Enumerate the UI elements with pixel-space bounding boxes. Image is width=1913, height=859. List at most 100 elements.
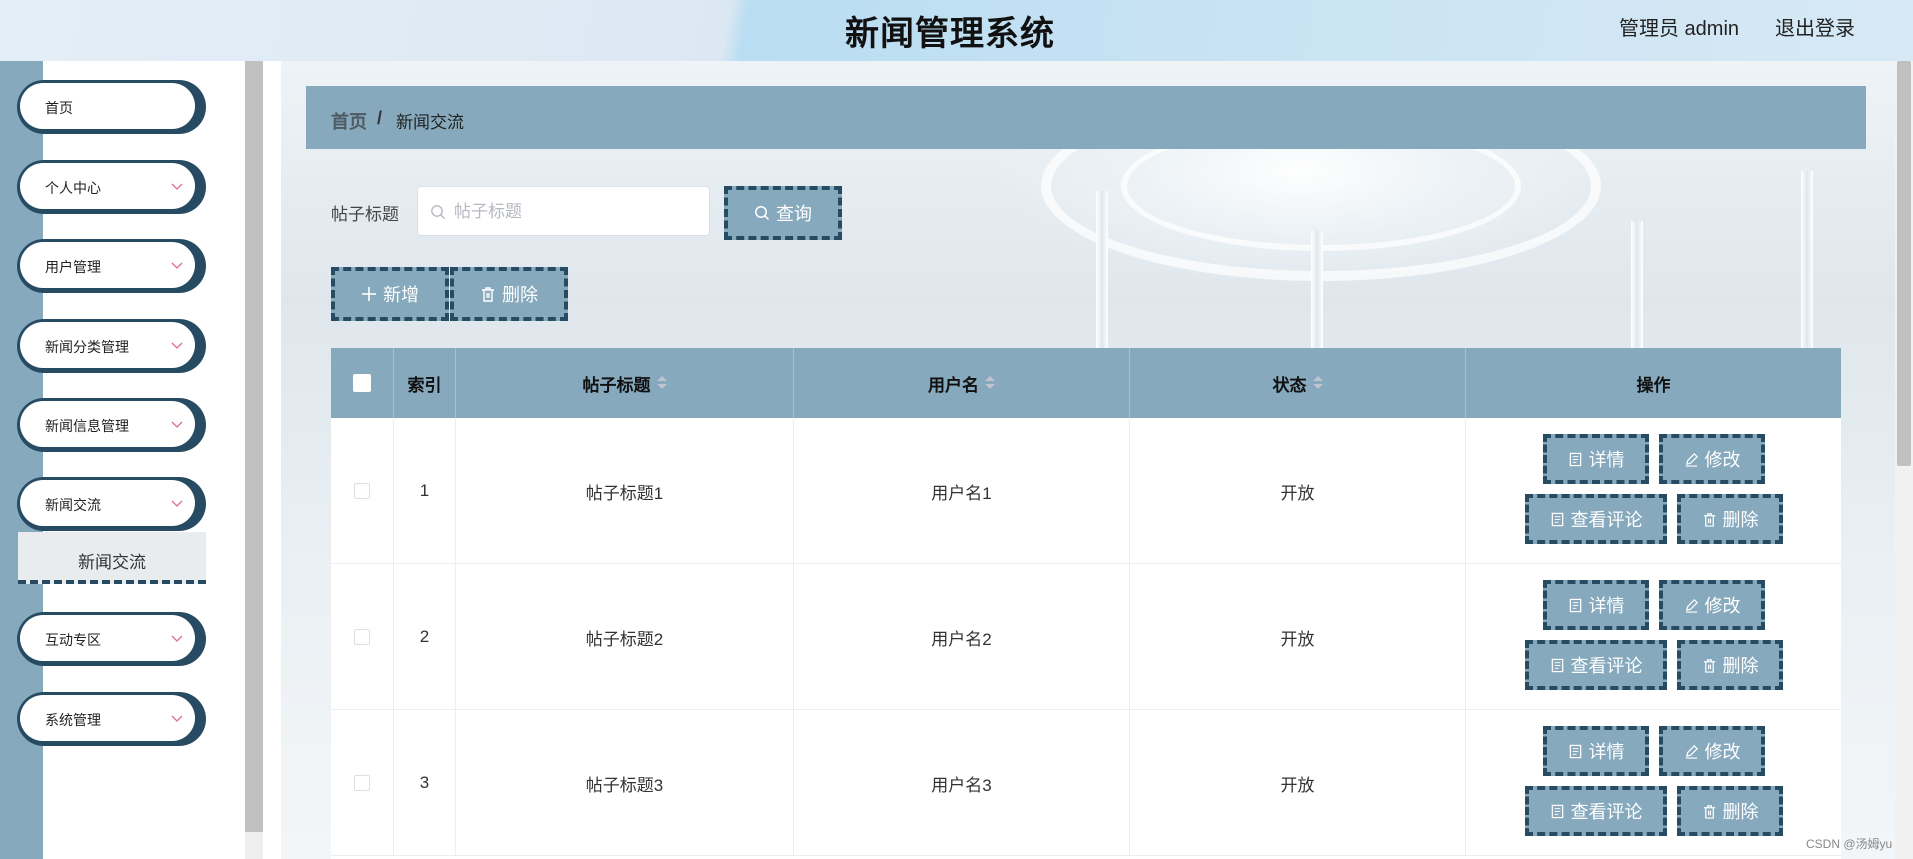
sidebar-item-home[interactable]: 首页 <box>17 80 206 134</box>
submenu-item-news-exchange[interactable]: 新闻交流 <box>18 532 206 584</box>
delete-button[interactable]: 删除 <box>1677 786 1783 836</box>
row-username: 用户名1 <box>794 418 1130 564</box>
row-checkbox[interactable] <box>354 629 370 645</box>
sidebar-item-label: 新闻分类管理 <box>45 339 129 355</box>
search-field[interactable] <box>417 186 710 236</box>
view-comments-button[interactable]: 查看评论 <box>1525 494 1667 544</box>
row-index: 2 <box>394 564 456 710</box>
column-header-label: 帖子标题 <box>582 375 651 395</box>
sort-icon[interactable] <box>1312 376 1323 390</box>
column-header-label: 索引 <box>407 375 442 395</box>
document-icon <box>1551 512 1563 526</box>
column-header-title[interactable]: 帖子标题 <box>456 348 794 418</box>
view-comments-button[interactable]: 查看评论 <box>1525 786 1667 836</box>
add-button-label: 新增 <box>383 285 419 305</box>
row-title: 帖子标题3 <box>456 710 794 856</box>
trash-icon <box>1703 804 1715 819</box>
chevron-down-icon <box>171 421 183 428</box>
breadcrumb-current: 新闻交流 <box>396 113 464 132</box>
sidebar-item-news-category[interactable]: 新闻分类管理 <box>17 319 206 373</box>
row-index: 1 <box>394 418 456 564</box>
edit-button[interactable]: 修改 <box>1659 434 1765 484</box>
row-checkbox[interactable] <box>354 775 370 791</box>
select-all-checkbox[interactable] <box>353 374 371 392</box>
chevron-down-icon <box>171 715 183 722</box>
trash-icon <box>1703 512 1715 527</box>
sidebar-item-users[interactable]: 用户管理 <box>17 239 206 293</box>
sidebar-item-label: 用户管理 <box>45 259 101 275</box>
sidebar-scrollbar[interactable] <box>245 61 263 859</box>
chevron-down-icon <box>171 342 183 349</box>
trash-icon <box>1703 658 1715 673</box>
row-username: 用户名2 <box>794 564 1130 710</box>
search-label: 帖子标题 <box>331 205 399 224</box>
edit-button-label: 修改 <box>1704 450 1741 470</box>
chevron-down-icon <box>171 262 183 269</box>
main-scrollbar-thumb[interactable] <box>1897 61 1911 466</box>
main-scrollbar[interactable] <box>1895 61 1913 859</box>
view-comments-button[interactable]: 查看评论 <box>1525 640 1667 690</box>
query-button-label: 查询 <box>776 204 812 224</box>
row-status: 开放 <box>1130 710 1466 856</box>
current-user-label: 管理员 admin <box>1619 18 1740 40</box>
document-icon <box>1569 598 1581 612</box>
column-header-label: 操作 <box>1636 375 1671 395</box>
breadcrumb: 首页 / 新闻交流 <box>306 86 1866 149</box>
detail-button[interactable]: 详情 <box>1543 580 1649 630</box>
sidebar-item-label: 新闻交流 <box>45 497 101 513</box>
row-select-cell <box>331 418 394 564</box>
submenu-item-label: 新闻交流 <box>78 553 146 572</box>
document-icon <box>1551 804 1563 818</box>
edit-button[interactable]: 修改 <box>1659 726 1765 776</box>
detail-button-label: 详情 <box>1588 596 1625 616</box>
document-icon <box>1569 744 1581 758</box>
plus-icon <box>362 287 376 301</box>
header-bar: 新闻管理系统 管理员 admin 退出登录 <box>0 0 1913 61</box>
row-select-cell <box>331 564 394 710</box>
row-checkbox[interactable] <box>354 483 370 499</box>
row-status: 开放 <box>1130 564 1466 710</box>
sidebar-item-news-exchange[interactable]: 新闻交流 <box>17 477 206 531</box>
edit-button-label: 修改 <box>1704 742 1741 762</box>
view-comments-button-label: 查看评论 <box>1570 802 1643 822</box>
batch-delete-button[interactable]: 删除 <box>450 267 568 321</box>
watermark: CSDN @汤姆yu <box>1806 837 1893 851</box>
sidebar-scrollbar-thumb[interactable] <box>245 61 263 832</box>
row-title: 帖子标题1 <box>456 418 794 564</box>
sort-icon[interactable] <box>985 376 995 390</box>
delete-button[interactable]: 删除 <box>1677 640 1783 690</box>
sidebar-item-interaction[interactable]: 互动专区 <box>17 612 206 666</box>
breadcrumb-home-link[interactable]: 首页 <box>331 108 367 134</box>
logout-link[interactable]: 退出登录 <box>1775 12 1855 41</box>
chevron-down-icon <box>171 183 183 190</box>
sidebar-item-system[interactable]: 系统管理 <box>17 692 206 746</box>
delete-button[interactable]: 删除 <box>1677 494 1783 544</box>
table-header: 索引 帖子标题 用户名 状态 操作 <box>331 348 1841 418</box>
row-select-cell <box>331 710 394 856</box>
document-icon <box>1569 452 1581 466</box>
sort-icon[interactable] <box>656 376 667 390</box>
search-input[interactable] <box>454 199 699 225</box>
column-header-username[interactable]: 用户名 <box>794 348 1130 418</box>
breadcrumb-separator: / <box>377 108 383 128</box>
sidebar-item-label: 互动专区 <box>45 632 101 648</box>
query-button[interactable]: 查询 <box>724 186 842 240</box>
row-title: 帖子标题2 <box>456 564 794 710</box>
search-icon <box>431 205 445 219</box>
edit-button[interactable]: 修改 <box>1659 580 1765 630</box>
column-header-label: 状态 <box>1272 375 1307 395</box>
sidebar-item-label: 个人中心 <box>45 180 101 196</box>
document-icon <box>1551 658 1563 672</box>
sidebar-item-news-info[interactable]: 新闻信息管理 <box>17 398 206 452</box>
add-button[interactable]: 新增 <box>331 267 449 321</box>
column-header-status[interactable]: 状态 <box>1130 348 1466 418</box>
detail-button[interactable]: 详情 <box>1543 726 1649 776</box>
sidebar-item-label: 首页 <box>45 100 73 116</box>
sidebar-item-label: 新闻信息管理 <box>45 418 129 434</box>
sidebar-item-personal-center[interactable]: 个人中心 <box>17 160 206 214</box>
row-index: 3 <box>394 710 456 856</box>
detail-button[interactable]: 详情 <box>1543 434 1649 484</box>
delete-button-label: 删除 <box>1722 510 1759 530</box>
header-select-all-cell <box>331 348 394 418</box>
detail-button-label: 详情 <box>1588 450 1625 470</box>
